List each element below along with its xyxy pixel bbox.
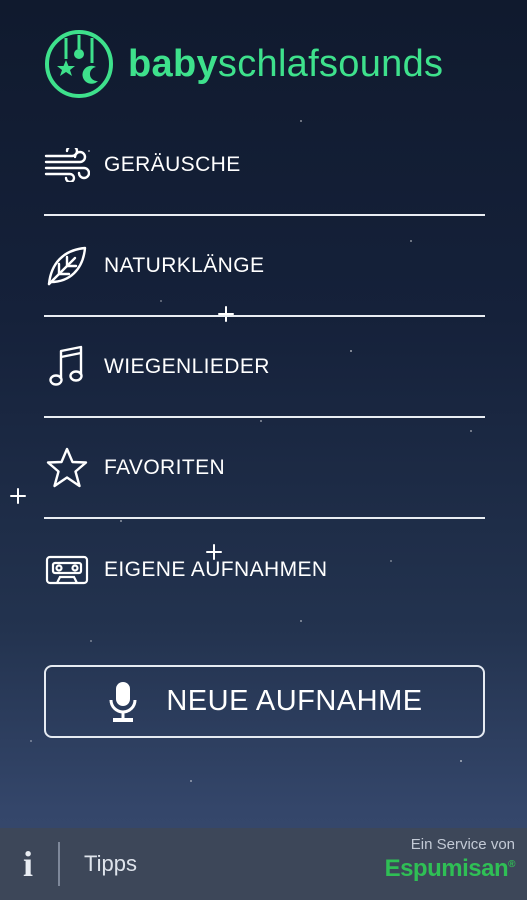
new-recording-button[interactable]: NEUE AUFNAHME <box>44 665 485 738</box>
tips-link[interactable]: Tipps <box>84 851 137 877</box>
service-text: Ein Service von <box>410 836 515 853</box>
menu-item-wiegenlieder[interactable]: WIEGENLIEDER <box>44 317 485 418</box>
menu-item-naturklaenge[interactable]: NATURKLÄNGE <box>44 216 485 317</box>
main-menu: GERÄUSCHE NATURKLÄNGE WIEGENLIEDER FAVOR… <box>44 115 485 620</box>
menu-item-label: GERÄUSCHE <box>104 152 241 176</box>
microphone-icon <box>109 681 137 722</box>
music-note-icon <box>44 344 90 390</box>
star-icon <box>44 445 90 491</box>
bottom-bar-divider <box>58 842 60 886</box>
menu-item-eigene-aufnahmen[interactable]: EIGENE AUFNAHMEN <box>44 519 485 620</box>
menu-item-geraeusche[interactable]: GERÄUSCHE <box>44 115 485 216</box>
menu-item-favoriten[interactable]: FAVORITEN <box>44 418 485 519</box>
bottom-bar: i Tipps Ein Service von Espumisan® <box>0 828 527 900</box>
info-icon[interactable]: i <box>0 828 56 900</box>
menu-item-label: EIGENE AUFNAHMEN <box>104 557 328 581</box>
new-recording-label: NEUE AUFNAHME <box>166 685 423 717</box>
menu-item-label: NATURKLÄNGE <box>104 253 265 277</box>
app-title-bold: baby <box>128 42 218 85</box>
brand-mark: ® <box>508 859 515 870</box>
menu-item-label: FAVORITEN <box>104 455 226 479</box>
menu-item-label: WIEGENLIEDER <box>104 354 270 378</box>
app-logo: babyschlafsounds <box>44 26 443 102</box>
baby-mobile-logo-icon <box>45 30 113 98</box>
brand-name: Espumisan <box>384 855 509 882</box>
app-title: babyschlafsounds <box>128 43 443 86</box>
cassette-icon <box>44 547 90 593</box>
leaf-icon <box>44 243 90 289</box>
wind-icon <box>44 142 90 188</box>
app-title-regular: schlafsounds <box>217 42 444 85</box>
brand-logo: Espumisan® <box>384 855 516 883</box>
sponsor-brand: Ein Service von Espumisan® <box>384 836 516 883</box>
